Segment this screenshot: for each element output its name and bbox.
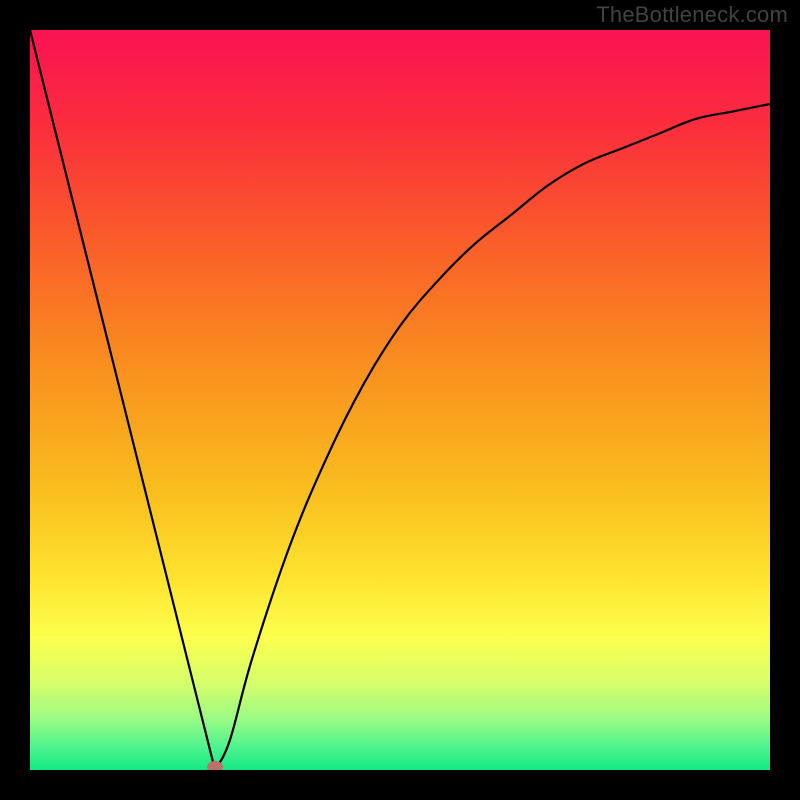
plot-area — [30, 30, 770, 770]
watermark-text: TheBottleneck.com — [596, 2, 788, 28]
chart-frame: TheBottleneck.com — [0, 0, 800, 800]
bottleneck-curve — [30, 30, 770, 770]
